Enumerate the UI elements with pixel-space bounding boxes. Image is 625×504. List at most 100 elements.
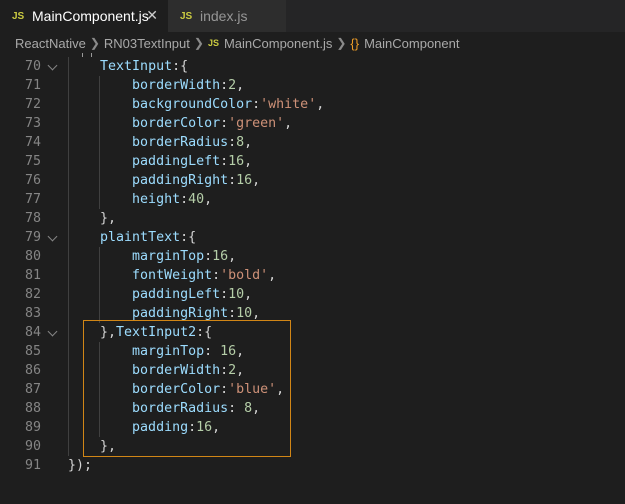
code-text: }); [68,456,92,475]
code-token: : [212,268,221,283]
code-token: 10 [228,287,245,302]
code-text: borderRadius:8, [68,133,252,152]
breadcrumb-item-folder[interactable]: RN03TextInput [104,36,190,51]
line-number: 80 [24,249,41,264]
code-line[interactable]: 75 paddingLeft:16, [0,152,625,171]
code-token: :{ [180,230,197,245]
line-number: 82 [24,287,41,302]
code-token: 40 [188,192,205,207]
code-token: : [228,173,237,188]
line-number: 90 [24,439,41,454]
code-token: 10 [236,306,253,321]
code-line[interactable]: 72 backgroundColor:'white', [0,95,625,114]
code-token: }); [68,458,93,473]
fold-chevron-icon[interactable] [47,326,58,337]
code-line[interactable]: 76 paddingRight:16, [0,171,625,190]
line-number: 75 [24,154,41,169]
close-icon[interactable]: ✕ [146,7,158,24]
code-token: , [284,116,293,131]
code-line[interactable]: 77 height:40, [0,190,625,209]
breadcrumb-item-folder[interactable]: ReactNative [15,36,86,51]
code-token: : [204,249,213,264]
code-line[interactable]: 80 marginTop:16, [0,247,625,266]
code-token: 'white' [260,97,317,112]
code-token: borderWidth [132,78,221,93]
code-token: paddingLeft [132,287,221,302]
chevron-right-icon: ❯ [336,36,347,50]
code-line[interactable]: 82 paddingLeft:10, [0,285,625,304]
breadcrumb-item-symbol[interactable]: MainComponent [364,36,459,51]
code-line[interactable]: 71 borderWidth:2, [0,76,625,95]
breadcrumb: ReactNative ❯ RN03TextInput ❯ JS MainCom… [0,32,625,54]
line-number: 81 [24,268,41,283]
javascript-file-icon: JS [207,38,219,48]
line-number: 79 [24,230,41,245]
line-number: 72 [24,97,41,112]
line-number: 86 [24,363,41,378]
code-token: 'green' [228,116,285,131]
tab-label: index.js [200,8,248,24]
tab-label: MainComponent.js [32,8,149,24]
code-text: borderWidth:2, [68,76,244,95]
tab-index-js[interactable]: JS index.js [168,0,286,32]
code-token: , [252,173,261,188]
line-number: 76 [24,173,41,188]
code-line[interactable]: 70 TextInput:{ [0,57,625,76]
line-number: 77 [24,192,41,207]
line-number: 87 [24,382,41,397]
code-token: , [244,154,253,169]
code-line[interactable]: 79 plaintText:{ [0,228,625,247]
code-token: : [220,154,229,169]
code-token: borderRadius [132,135,229,150]
code-token: : [180,192,189,207]
line-number: 84 [24,325,41,340]
code-token: paddingRight [132,306,229,321]
code-token: , [244,287,253,302]
code-text: height:40, [68,190,212,209]
code-token: , [252,306,261,321]
code-text: backgroundColor:'white', [68,95,324,114]
code-text: plaintText:{ [68,228,196,247]
chevron-right-icon: ❯ [89,36,100,50]
code-text: borderColor:'green', [68,114,292,133]
code-token: plaintText [100,230,181,245]
code-text: paddingRight:16, [68,171,260,190]
line-number: 73 [24,116,41,131]
code-token: , [316,97,325,112]
code-token: paddingLeft [132,154,221,169]
breadcrumb-item-file[interactable]: MainComponent.js [224,36,332,51]
code-text: }, [68,209,116,228]
code-line[interactable]: 78 }, [0,209,625,228]
code-token: : [252,97,261,112]
code-text: paddingLeft:16, [68,152,252,171]
code-line[interactable]: 81 fontWeight:'bold', [0,266,625,285]
code-line[interactable]: 74 borderRadius:8, [0,133,625,152]
fold-chevron-icon[interactable] [47,231,58,242]
tab-maincomponent-js[interactable]: JS MainComponent.js ✕ [0,0,168,32]
javascript-file-icon: JS [180,10,193,22]
code-line[interactable]: 73 borderColor:'green', [0,114,625,133]
line-number: 74 [24,135,41,150]
symbol-icon: {} [350,35,360,51]
code-token: 16 [212,249,229,264]
code-token: : [220,78,229,93]
code-line[interactable]: 91}); [0,456,625,475]
fold-chevron-icon[interactable] [47,60,58,71]
line-number: 85 [24,344,41,359]
code-text: marginTop:16, [68,247,236,266]
line-number: 83 [24,306,41,321]
line-number: 78 [24,211,41,226]
javascript-file-icon: JS [12,10,25,22]
